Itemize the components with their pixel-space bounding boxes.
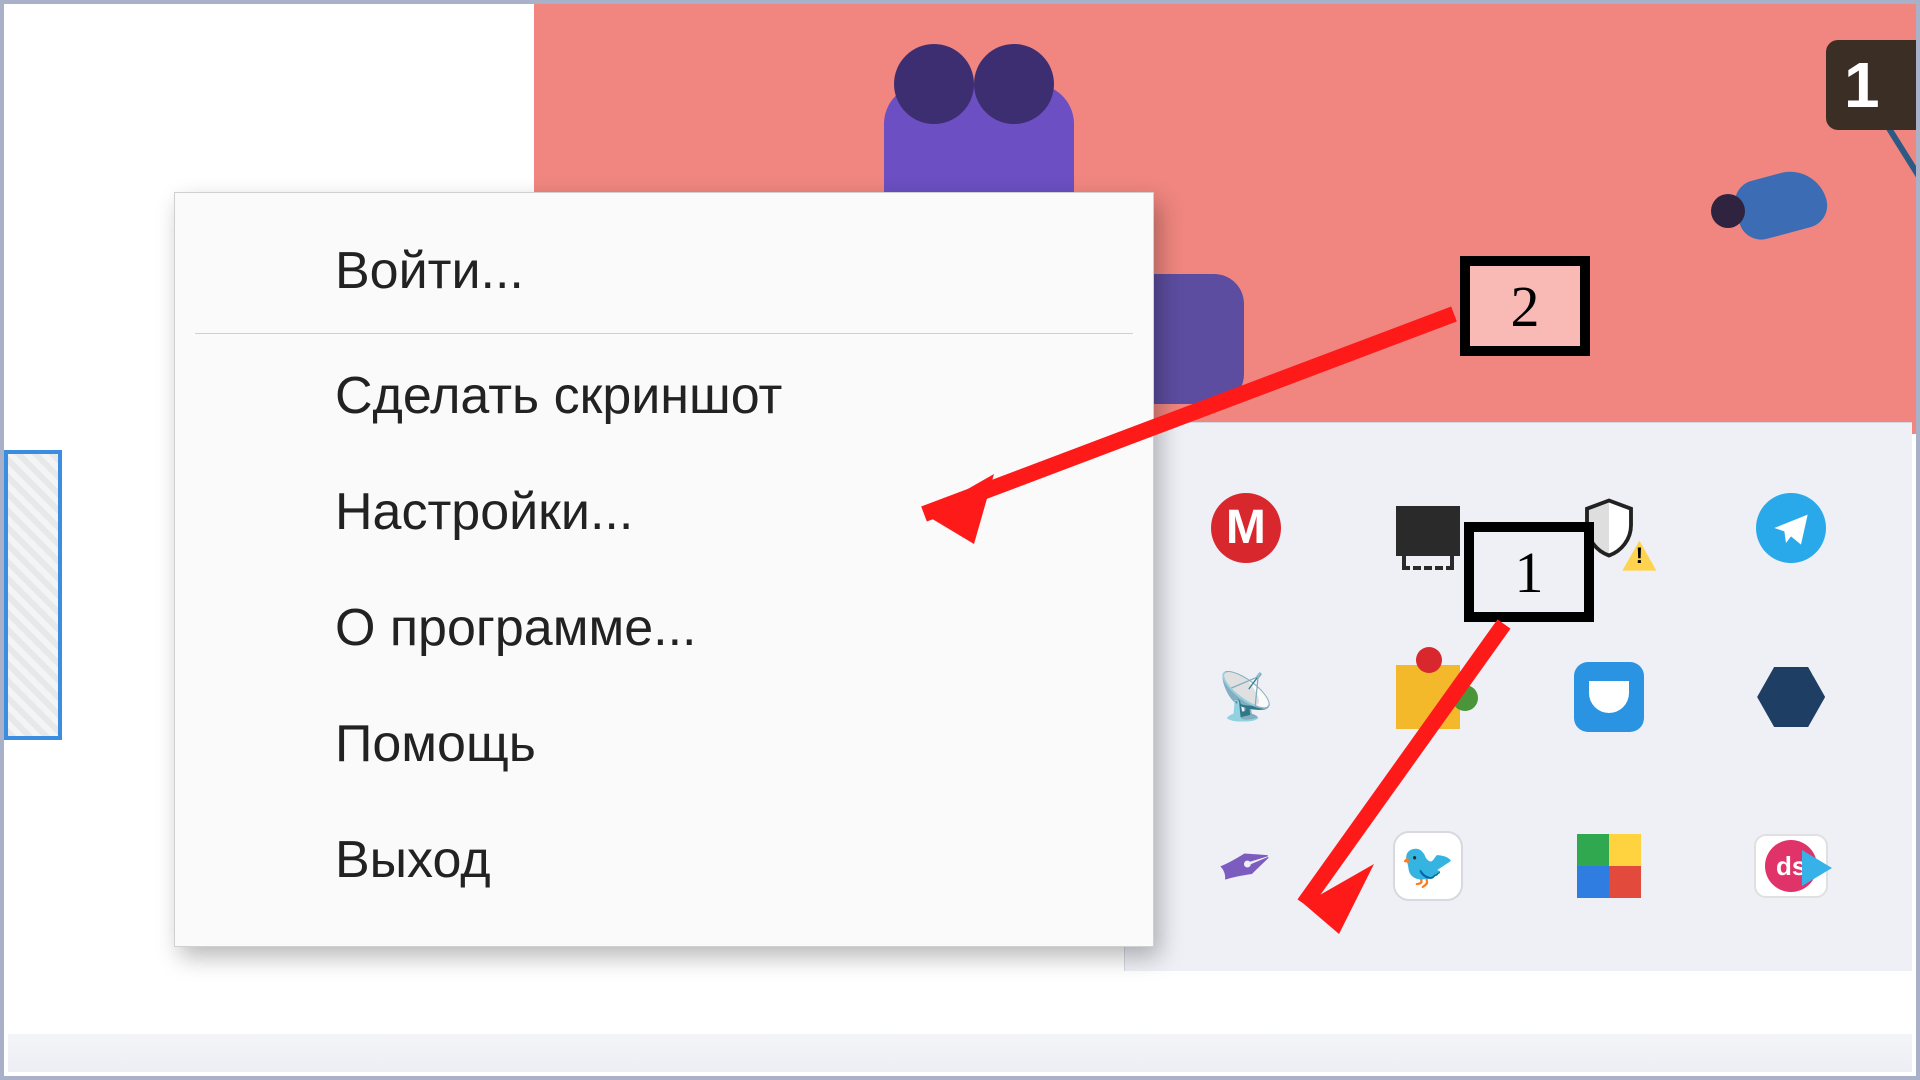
mega-icon: M bbox=[1211, 493, 1281, 563]
pocket-icon bbox=[1574, 662, 1644, 732]
taskbar-strip bbox=[8, 1034, 1912, 1072]
hex-app-icon bbox=[1757, 667, 1825, 727]
tray-colibri-icon[interactable]: 🐦 bbox=[1391, 829, 1465, 903]
colibri-icon: 🐦 bbox=[1393, 831, 1463, 901]
calendar-badge: 1 bbox=[1826, 40, 1916, 130]
menu-item-exit[interactable]: Выход bbox=[175, 802, 1153, 918]
microsoft-tiles-icon bbox=[1577, 834, 1641, 898]
annotation-step-1: 1 bbox=[1464, 522, 1594, 622]
menu-item-help[interactable]: Помощь bbox=[175, 686, 1153, 802]
telegram-icon bbox=[1756, 493, 1826, 563]
printer-icon bbox=[1396, 506, 1460, 556]
selection-marker bbox=[4, 450, 62, 740]
annotation-step-2: 2 bbox=[1460, 256, 1590, 356]
wallpaper-decor-climber bbox=[1696, 134, 1856, 254]
menu-item-screenshot[interactable]: Сделать скриншот bbox=[175, 338, 1153, 454]
menu-item-login[interactable]: Войти... bbox=[175, 213, 1153, 329]
tray-context-menu: Войти... Сделать скриншот Настройки... О… bbox=[174, 192, 1154, 947]
tray-puzzle-icon[interactable] bbox=[1391, 660, 1465, 734]
feather-icon: ✒ bbox=[1204, 818, 1287, 915]
dish-icon: 📡 bbox=[1217, 669, 1274, 724]
menu-item-settings[interactable]: Настройки... bbox=[175, 454, 1153, 570]
menu-item-about[interactable]: О программе... bbox=[175, 570, 1153, 686]
screenshot-frame: 1 M ! 📡 bbox=[0, 0, 1920, 1080]
tray-feather-icon[interactable]: ✒ bbox=[1209, 829, 1283, 903]
ds-app-icon: ds bbox=[1754, 834, 1828, 898]
tray-mega-icon[interactable]: M bbox=[1209, 491, 1283, 565]
tray-pocket-icon[interactable] bbox=[1572, 660, 1646, 734]
puzzle-icon bbox=[1396, 665, 1460, 729]
tray-ds-icon[interactable]: ds bbox=[1754, 829, 1828, 903]
tray-hex-icon[interactable] bbox=[1754, 660, 1828, 734]
tray-dish-icon[interactable]: 📡 bbox=[1209, 660, 1283, 734]
tray-printer-icon[interactable] bbox=[1391, 491, 1465, 565]
tray-telegram-icon[interactable] bbox=[1754, 491, 1828, 565]
menu-separator bbox=[195, 333, 1133, 334]
tray-tiles-icon[interactable] bbox=[1572, 829, 1646, 903]
system-tray-panel: M ! 📡 bbox=[1124, 422, 1912, 971]
